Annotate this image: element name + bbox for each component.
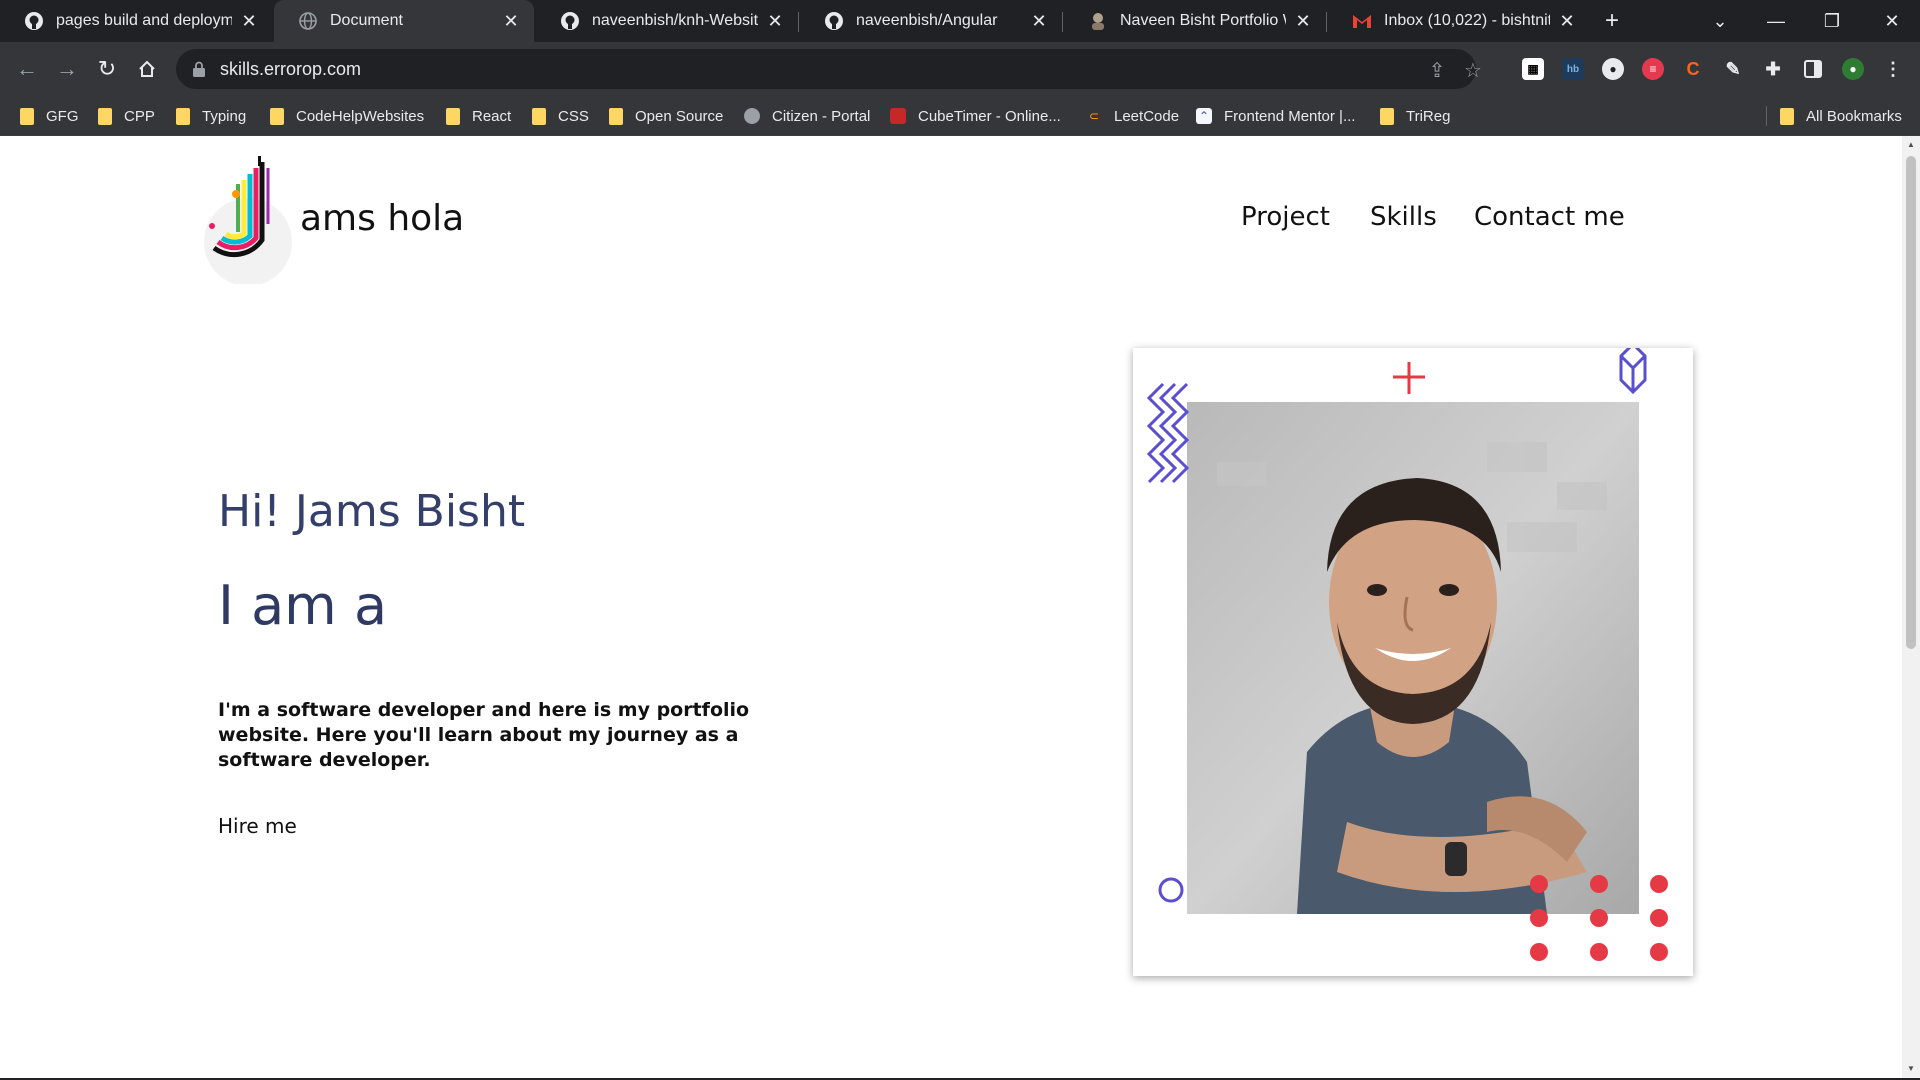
close-icon[interactable]: ✕ <box>240 11 258 32</box>
all-bookmarks[interactable]: All Bookmarks <box>1780 96 1902 136</box>
c-extension-icon[interactable]: C <box>1682 58 1704 80</box>
tab-angular[interactable]: naveenbish/Angular ✕ <box>800 0 1062 42</box>
bookmarks-bar: GFG CPP Typing CodeHelpWebsites React CS… <box>0 96 1920 136</box>
restore-icon[interactable]: ❐ <box>1804 0 1860 42</box>
cubetimer-icon <box>890 108 906 124</box>
tab-inbox[interactable]: Inbox (10,022) - bishtnitin ✕ <box>1328 0 1590 42</box>
nav-skills[interactable]: Skills <box>1370 202 1437 232</box>
scroll-up-icon[interactable]: ▲ <box>1906 140 1916 150</box>
bookmark-react[interactable]: React <box>446 96 511 136</box>
hb-extension-icon[interactable]: hb <box>1562 58 1584 80</box>
tab-document[interactable]: Document ✕ <box>274 0 534 42</box>
share-icon[interactable]: ⇪ <box>1426 59 1448 82</box>
tab-strip: pages build and deployme ✕ Document ✕ na… <box>0 0 1920 42</box>
bookmark-gfg[interactable]: GFG <box>20 96 79 136</box>
folder-icon <box>98 107 112 125</box>
globe-icon <box>298 11 318 31</box>
github-icon <box>824 11 844 31</box>
site-logo[interactable] <box>200 154 300 286</box>
folder-icon <box>20 107 34 125</box>
address-bar[interactable]: skills.errorop.com ⇪ ☆ <box>176 49 1482 89</box>
tab-portfolio[interactable]: Naveen Bisht Portfolio We ✕ <box>1064 0 1326 42</box>
tab-separator <box>798 12 799 32</box>
folder-icon <box>1780 107 1794 125</box>
browser-toolbar: ← → ↻ skills.errorop.com ⇪ ☆ ▦ hb ● ≡ C … <box>0 42 1920 96</box>
red-extension-icon[interactable]: ≡ <box>1642 58 1664 80</box>
profile-photo-card <box>1133 348 1693 976</box>
github-icon <box>24 11 44 31</box>
extensions-puzzle-icon[interactable]: ✚ <box>1762 58 1784 80</box>
bookmark-codehelpwebsites[interactable]: CodeHelpWebsites <box>270 96 424 136</box>
folder-icon <box>176 107 190 125</box>
gmail-icon <box>1352 11 1372 31</box>
page-viewport: ams hola Project Skills Contact me Hi! J… <box>0 136 1902 1078</box>
home-icon[interactable] <box>132 54 162 84</box>
bookmark-trireg[interactable]: TriReg <box>1380 96 1450 136</box>
nav-project[interactable]: Project <box>1241 202 1330 232</box>
lock-icon <box>192 61 206 77</box>
profile-avatar-icon[interactable]: ● <box>1842 58 1864 80</box>
menu-kebab-icon[interactable]: ⋮ <box>1882 58 1904 80</box>
leetcode-icon: ⊂ <box>1088 109 1100 123</box>
bookmarks-separator <box>1766 106 1767 126</box>
close-icon[interactable]: ✕ <box>1294 11 1312 32</box>
tab-separator <box>1326 12 1327 32</box>
minimize-icon[interactable]: — <box>1748 0 1804 42</box>
tab-knh-website[interactable]: naveenbish/knh-Website ✕ <box>536 0 798 42</box>
new-tab-button[interactable]: + <box>1598 8 1626 36</box>
hire-me-button[interactable]: Hire me <box>218 814 297 838</box>
extension-circle-icon[interactable]: ● <box>1602 58 1624 80</box>
folder-icon <box>270 107 284 125</box>
hero-greeting: Hi! Jams Bisht <box>218 486 526 537</box>
bookmark-open-source[interactable]: Open Source <box>609 96 723 136</box>
bookmark-star-icon[interactable]: ☆ <box>1462 59 1484 82</box>
frontend-mentor-icon: ⌃ <box>1196 108 1212 124</box>
github-icon <box>560 11 580 31</box>
bookmark-leetcode[interactable]: ⊂ LeetCode <box>1086 96 1179 136</box>
bookmark-css[interactable]: CSS <box>532 96 589 136</box>
tab-search-icon[interactable]: ⌄ <box>1692 0 1748 42</box>
back-icon[interactable]: ← <box>12 54 42 84</box>
bookmark-citizen-portal[interactable]: Citizen - Portal <box>744 96 870 136</box>
site-brand[interactable]: ams hola <box>300 198 464 239</box>
side-panel-icon[interactable] <box>1802 58 1824 80</box>
bookmark-cubetimer[interactable]: CubeTimer - Online... <box>890 96 1061 136</box>
folder-icon <box>532 107 546 125</box>
bookmark-frontend-mentor[interactable]: ⌃ Frontend Mentor |... <box>1196 96 1355 136</box>
eyedropper-icon[interactable]: ✎ <box>1722 58 1744 80</box>
nav-contact-me[interactable]: Contact me <box>1474 202 1625 232</box>
tab-pages-build[interactable]: pages build and deployme ✕ <box>0 0 272 42</box>
hero-role: I am a <box>218 574 388 637</box>
folder-icon <box>446 107 460 125</box>
decorative-shapes <box>1146 348 1668 961</box>
close-icon[interactable]: ✕ <box>502 11 520 32</box>
window-close-icon[interactable]: ✕ <box>1864 0 1920 42</box>
close-icon[interactable]: ✕ <box>766 11 784 32</box>
qr-extension-icon[interactable]: ▦ <box>1522 58 1544 80</box>
folder-icon <box>609 107 623 125</box>
reload-icon[interactable]: ↻ <box>92 54 122 84</box>
close-icon[interactable]: ✕ <box>1558 11 1576 32</box>
portfolio-icon <box>1088 11 1108 31</box>
scrollbar-thumb[interactable] <box>1906 156 1916 649</box>
tab-separator <box>1062 12 1063 32</box>
hero-intro: I'm a software developer and here is my … <box>218 699 750 771</box>
bookmark-cpp[interactable]: CPP <box>98 96 155 136</box>
forward-icon[interactable]: → <box>52 54 82 84</box>
folder-icon <box>1380 107 1394 125</box>
bookmark-typing[interactable]: Typing <box>176 96 246 136</box>
globe-icon <box>744 108 760 124</box>
scroll-down-icon[interactable]: ▼ <box>1906 1064 1916 1074</box>
page-scrollbar[interactable]: ▲ ▼ <box>1902 136 1920 1078</box>
close-icon[interactable]: ✕ <box>1030 11 1048 32</box>
